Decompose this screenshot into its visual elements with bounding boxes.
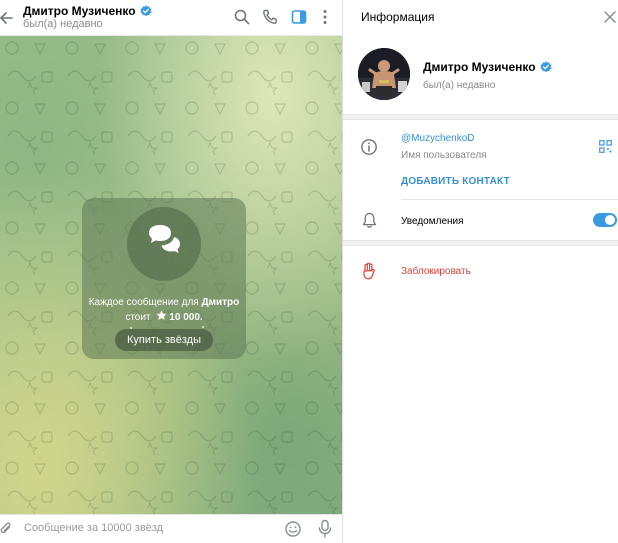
section-divider [343,114,618,120]
toggle-knob [605,215,615,225]
verified-icon [140,5,151,17]
paid-text-price: 10 000. [169,312,203,323]
info-title: Информация [361,10,435,24]
star-icon [156,310,167,320]
paid-text-line2: стоит [125,312,151,323]
more-vertical-icon[interactable] [316,8,334,26]
emoji-icon[interactable] [284,520,302,538]
profile-name: Дмитро Музиченко [423,60,536,74]
block-user-button[interactable]: Заблокировать [401,266,471,277]
chat-bubbles-icon [127,207,201,281]
chat-pane: Дмитро Музиченко был(а) недавно Каждое с… [0,0,342,543]
chat-status: был(а) недавно [23,18,103,30]
notifications-toggle[interactable] [593,213,617,227]
close-icon[interactable] [603,10,617,24]
arrow-left-icon[interactable] [0,8,16,28]
section-divider [343,240,618,246]
qr-code-icon[interactable] [599,140,612,153]
chat-name: Дмитро Музиченко [23,4,136,18]
profile-name-row: Дмитро Музиченко [423,60,552,74]
paid-text-prefix: Каждое сообщение для [88,297,202,308]
paid-message-card: Каждое сообщение для Дмитро стоит 10 000… [82,198,246,359]
paperclip-icon[interactable] [0,521,12,537]
bell-icon [362,212,377,228]
chat-header: Дмитро Музиченко был(а) недавно [0,0,342,36]
paid-message-text: Каждое сообщение для Дмитро стоит 10 000… [82,295,246,325]
add-contact-button[interactable]: ДОБАВИТЬ КОНТАКТ [401,176,510,187]
chat-title[interactable]: Дмитро Музиченко [23,4,152,18]
chat-wallpaper: Каждое сообщение для Дмитро стоит 10 000… [0,36,342,514]
message-input[interactable] [24,522,264,534]
info-icon [361,139,377,155]
row-divider [401,199,618,200]
hand-stop-icon [363,262,375,280]
search-icon[interactable] [233,8,251,26]
phone-icon[interactable] [261,8,279,26]
info-panel: Информация Дмитро Музиченко был(а) недав… [342,0,618,543]
notifications-label: Уведомления [401,216,464,227]
message-composer [0,514,342,543]
sidebar-toggle-icon[interactable] [290,8,308,26]
profile-status: был(а) недавно [423,80,496,91]
username-label: Имя пользователя [401,150,487,161]
microphone-icon[interactable] [318,519,332,539]
verified-icon [540,61,551,73]
username-link[interactable]: @MuzychenkoD [401,133,475,144]
buy-stars-button[interactable]: Купить звёзды [115,329,213,351]
paid-text-name: Дмитро [201,297,240,308]
avatar[interactable] [358,48,410,100]
sparkle [202,326,204,328]
